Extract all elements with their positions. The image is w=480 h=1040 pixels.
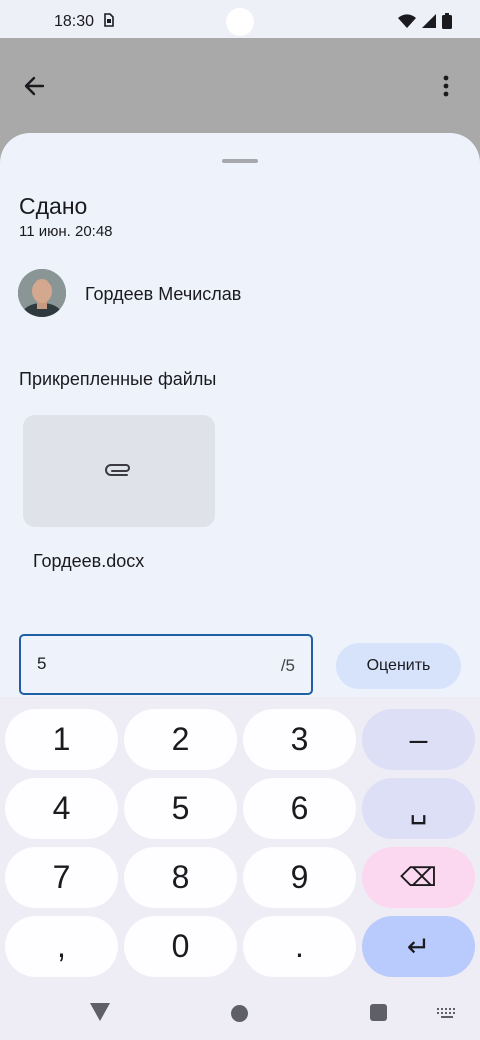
avatar [18,269,66,317]
key-backspace[interactable]: ⌫ [362,847,475,908]
key-2[interactable]: 2 [124,709,237,770]
keyboard-switch-icon[interactable] [437,1007,457,1025]
drag-handle[interactable] [222,159,258,163]
key-comma[interactable]: , [5,916,118,977]
status-icons [398,13,452,34]
arrow-back-icon[interactable] [14,66,54,106]
battery-icon [442,13,452,34]
key-9[interactable]: 9 [243,847,356,908]
submission-sheet: Сдано 11 июн. 20:48 Гордеев Мечислав При… [0,133,480,713]
key-7[interactable]: 7 [5,847,118,908]
key-4[interactable]: 4 [5,778,118,839]
grade-button[interactable]: Оценить [336,643,461,689]
app-bar [0,38,480,134]
status-time: 18:30 [54,13,95,30]
key-5[interactable]: 5 [124,778,237,839]
more-vert-icon[interactable] [426,66,466,106]
key-minus[interactable]: – [362,709,475,770]
submission-status: Сдано [19,193,88,219]
attached-files-heading: Прикрепленные файлы [19,369,217,389]
system-nav-bar [0,985,480,1040]
nav-home-icon[interactable] [231,1005,248,1022]
key-3[interactable]: 3 [243,709,356,770]
key-8[interactable]: 8 [124,847,237,908]
submission-date: 11 июн. 20:48 [19,223,113,240]
wifi-icon [398,14,416,33]
key-6[interactable]: 6 [243,778,356,839]
grade-max-suffix: /5 [280,656,295,675]
student-name: Гордеев Мечислав [85,284,242,304]
attachment-icon [105,462,133,481]
signal-icon [422,14,436,33]
status-bar: 18:30 [0,0,480,38]
nav-recents-icon[interactable] [370,1004,387,1021]
key-period[interactable]: . [243,916,356,977]
key-enter[interactable]: ↵ [362,916,475,977]
key-space[interactable]: ␣ [362,778,475,839]
grade-input[interactable] [37,654,237,674]
nav-back-icon[interactable] [90,1003,110,1026]
file-name[interactable]: Гордеев.docx [33,551,144,572]
key-1[interactable]: 1 [5,709,118,770]
camera-cutout [226,8,254,36]
file-card[interactable] [23,415,215,527]
grade-field[interactable]: /5 [19,634,313,695]
sim-card-icon [104,13,114,30]
key-0[interactable]: 0 [124,916,237,977]
